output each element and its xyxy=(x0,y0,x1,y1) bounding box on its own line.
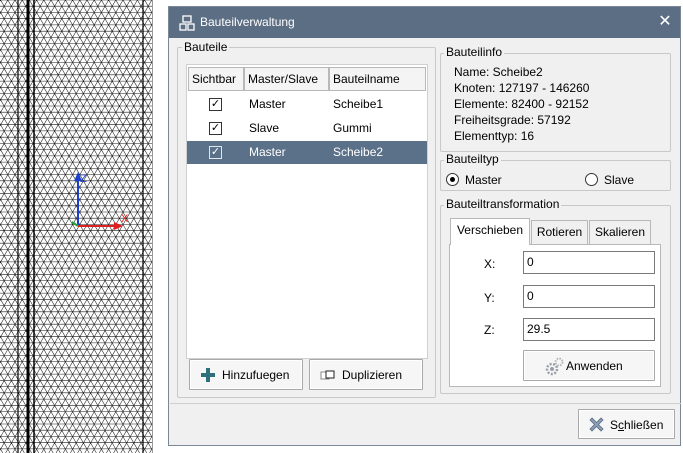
visible-checkbox[interactable]: ✓ xyxy=(209,122,222,135)
duplicate-icon xyxy=(320,370,335,380)
visible-checkbox[interactable]: ✓ xyxy=(209,146,222,159)
close-label-suffix: hließen xyxy=(624,418,664,432)
slave-radio[interactable] xyxy=(585,173,598,186)
x-input[interactable]: 0 xyxy=(523,251,655,274)
mesh-drawing xyxy=(0,0,152,453)
plus-icon xyxy=(201,368,215,382)
close-icon[interactable]: ✕ xyxy=(655,12,675,32)
type-group-title: Bauteiltyp xyxy=(444,152,501,166)
slave-radio-label[interactable]: Slave xyxy=(604,173,634,187)
tab-rotieren[interactable]: Rotieren xyxy=(531,220,588,244)
table-header: Sichtbar Master/Slave Bauteilname xyxy=(187,67,427,91)
close-label: Schließen xyxy=(610,418,663,432)
column-header-role[interactable]: Master/Slave xyxy=(244,67,329,91)
master-radio-label[interactable]: Master xyxy=(465,173,502,187)
role-cell: Slave xyxy=(249,121,280,135)
master-radio[interactable] xyxy=(446,173,459,186)
table-row[interactable]: ✓ Slave Gummi xyxy=(187,117,427,140)
info-elements: Elemente: 82400 - 92152 xyxy=(454,97,589,111)
column-header-name[interactable]: Bauteilname xyxy=(329,67,426,91)
gears-icon xyxy=(545,357,564,376)
duplicate-part-button[interactable]: Duplizieren xyxy=(309,359,423,390)
role-cell: Master xyxy=(249,145,286,159)
y-input[interactable]: 0 xyxy=(523,285,655,308)
add-part-label: Hinzufuegen xyxy=(222,368,290,382)
info-element-type: Elementtyp: 16 xyxy=(454,129,535,143)
role-cell: Master xyxy=(249,97,286,111)
title-bar[interactable]: Bauteilverwaltung ✕ xyxy=(169,7,680,38)
parts-table[interactable]: Sichtbar Master/Slave Bauteilname ✓ Mast… xyxy=(186,64,428,359)
parts-group-title: Bauteile xyxy=(182,40,230,54)
close-x-icon xyxy=(589,417,604,432)
footer-separator xyxy=(170,403,681,404)
close-button[interactable]: Schließen xyxy=(578,409,675,439)
bauteilverwaltung-dialog: Bauteilverwaltung ✕ Bauteile Sichtbar Ma… xyxy=(168,6,681,446)
info-group-title: Bauteilinfo xyxy=(444,45,505,59)
apply-label: Anwenden xyxy=(566,359,623,373)
window-title: Bauteilverwaltung xyxy=(200,15,295,29)
transform-group-title: Bauteiltransformation xyxy=(444,197,562,211)
table-row[interactable]: ✓ Master Scheibe1 xyxy=(187,93,427,116)
z-input[interactable]: 29.5 xyxy=(523,318,655,341)
table-row-selected[interactable]: ✓ Master Scheibe2 xyxy=(187,141,427,164)
y-label: Y: xyxy=(484,291,495,305)
name-cell: Scheibe1 xyxy=(333,97,384,111)
mesh-viewport[interactable]: Z X xyxy=(0,0,153,453)
tab-verschieben[interactable]: Verschieben xyxy=(450,218,530,245)
x-label: X: xyxy=(484,257,496,271)
info-name: Name: Scheibe2 xyxy=(454,65,543,79)
tab-skalieren[interactable]: Skalieren xyxy=(589,220,651,244)
name-cell: Gummi xyxy=(333,121,372,135)
info-nodes: Knoten: 127197 - 146260 xyxy=(454,81,590,95)
add-part-button[interactable]: Hinzufuegen xyxy=(189,359,303,390)
visible-checkbox[interactable]: ✓ xyxy=(209,98,222,111)
column-header-visible[interactable]: Sichtbar xyxy=(188,67,244,91)
app-icon xyxy=(179,15,195,31)
info-dof: Freiheitsgrade: 57192 xyxy=(454,113,571,127)
close-label-prefix: S xyxy=(610,418,619,432)
mesh-lines xyxy=(0,0,152,453)
z-label: Z: xyxy=(484,323,495,337)
name-cell: Scheibe2 xyxy=(333,145,384,159)
apply-button[interactable]: Anwenden xyxy=(523,350,655,381)
radio-selected-dot xyxy=(450,177,455,182)
duplicate-part-label: Duplizieren xyxy=(342,368,403,382)
